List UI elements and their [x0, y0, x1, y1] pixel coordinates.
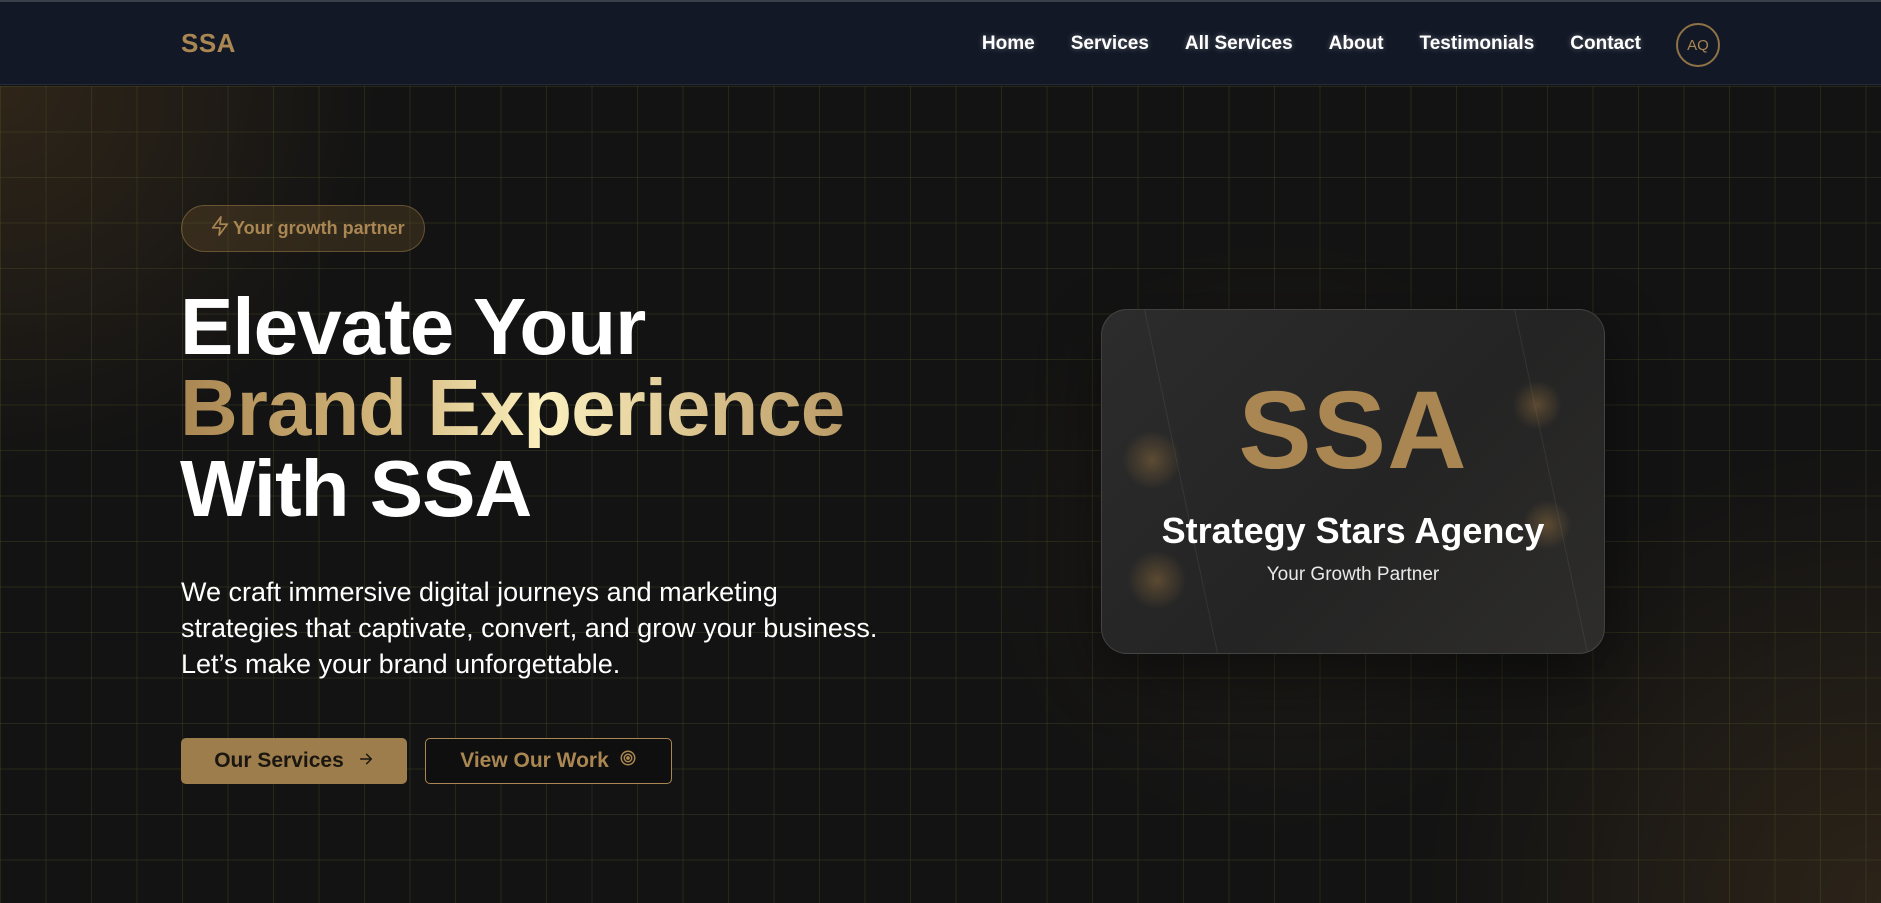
lightning-bolt-icon	[209, 215, 231, 242]
card-title: Strategy Stars Agency	[1161, 510, 1545, 551]
arrow-right-icon	[358, 749, 374, 773]
headline-line-3: With SSA	[180, 444, 532, 533]
nav-link-contact[interactable]: Contact	[1570, 33, 1641, 55]
nav-link-home[interactable]: Home	[982, 33, 1035, 55]
nav-link-all-services[interactable]: All Services	[1185, 33, 1293, 55]
headline-line-1: Elevate Your	[180, 282, 646, 371]
view-our-work-label: View Our Work	[460, 749, 609, 772]
site-logo[interactable]: SSA	[181, 28, 236, 59]
card-logo: SSA	[1238, 369, 1468, 492]
hero-description: We craft immersive digital journeys and …	[181, 577, 878, 679]
badge-label: Your growth partner	[233, 218, 405, 238]
our-services-button[interactable]: Our Services	[181, 738, 407, 784]
brand-card: SSA Strategy Stars Agency Your Growth Pa…	[1101, 309, 1605, 654]
nav-link-about[interactable]: About	[1329, 33, 1384, 55]
headline-line-2: Brand Experience	[180, 363, 845, 452]
card-subtitle: Your Growth Partner	[1266, 564, 1440, 585]
user-avatar[interactable]: AQ	[1676, 23, 1720, 67]
our-services-label: Our Services	[214, 749, 344, 772]
nav-link-testimonials[interactable]: Testimonials	[1420, 33, 1535, 55]
hero-headline: Elevate Your Brand Experience With SSA	[180, 282, 845, 533]
navbar: SSA Home Services All Services About Tes…	[0, 2, 1881, 85]
growth-badge: Your growth partner	[181, 205, 425, 252]
hero-section: Your growth partner Elevate Your Brand E…	[0, 86, 1881, 903]
nav-links: Home Services All Services About Testimo…	[982, 33, 1641, 55]
nav-link-services[interactable]: Services	[1071, 33, 1149, 55]
view-our-work-button[interactable]: View Our Work	[425, 738, 672, 784]
target-icon	[619, 749, 637, 773]
